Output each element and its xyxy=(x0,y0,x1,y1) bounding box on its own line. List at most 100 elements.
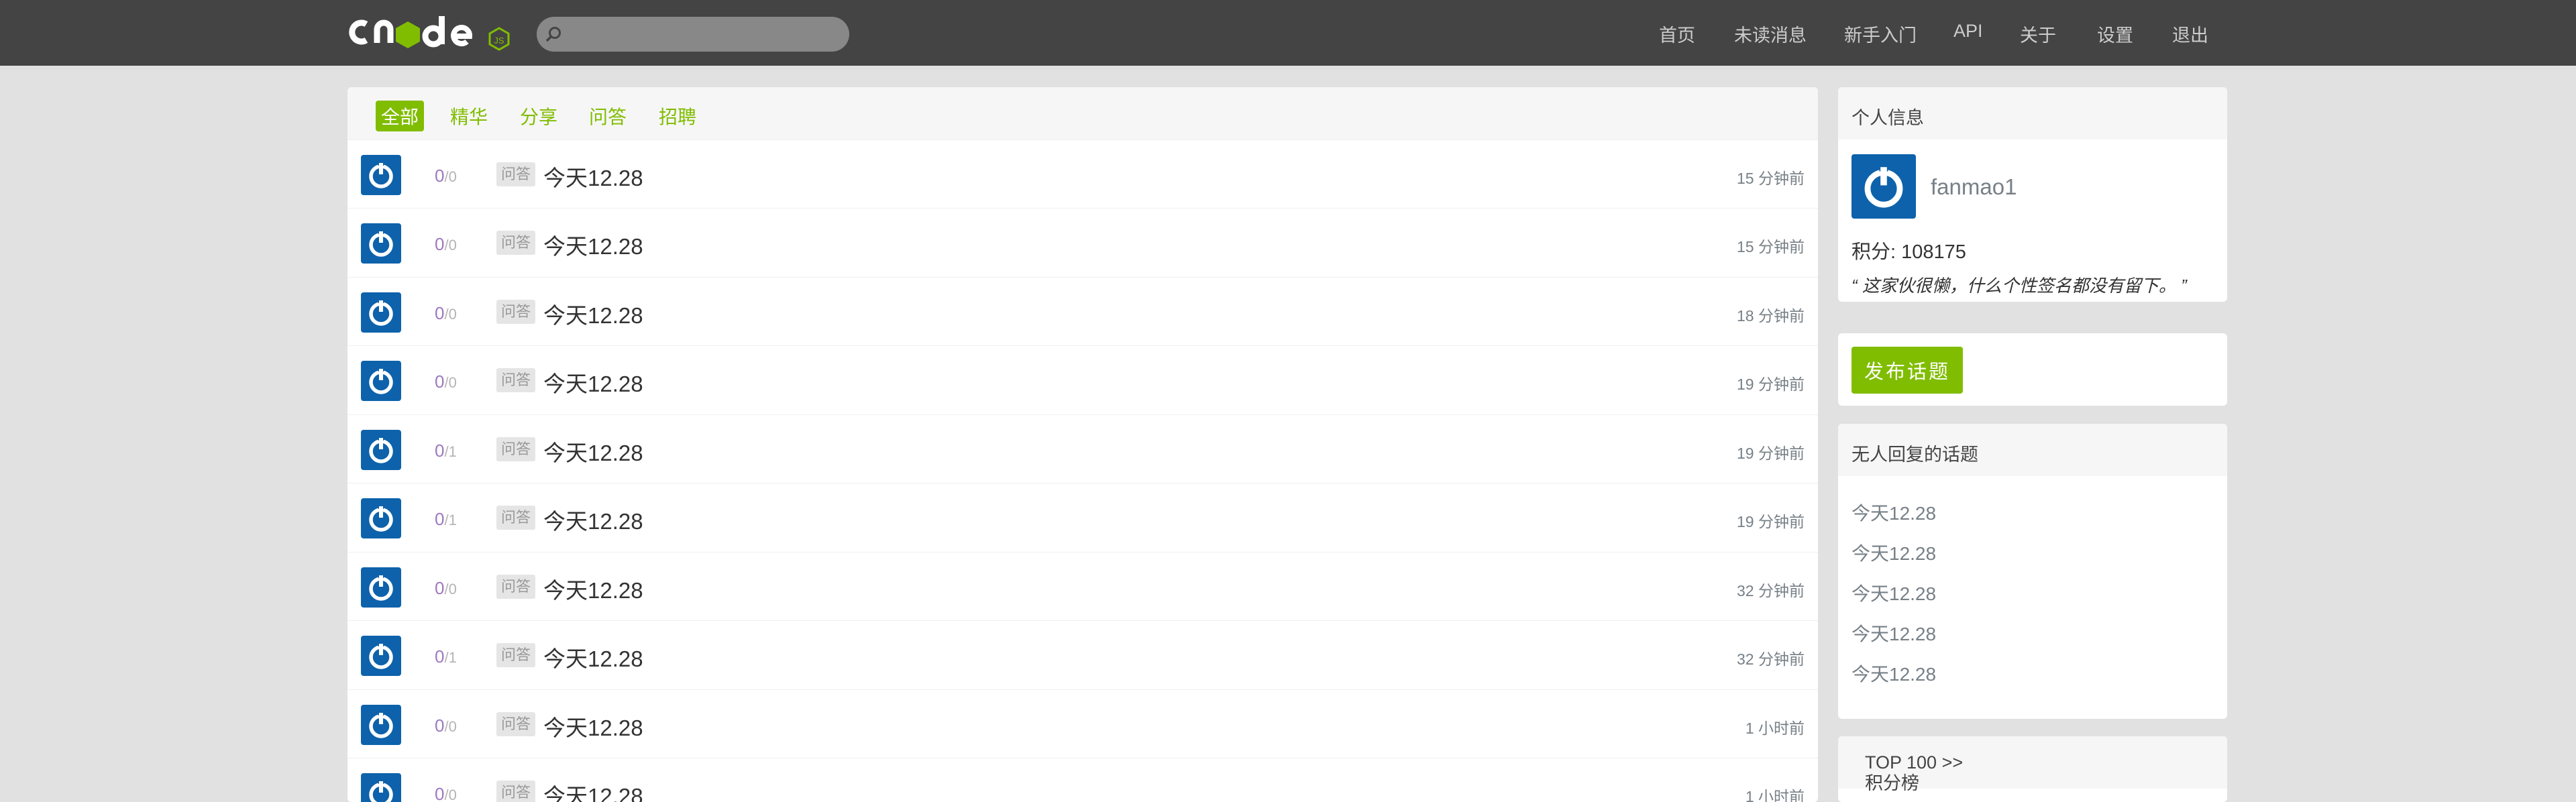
topic-row: 0/0 问答 今天12.28 1 小时前 xyxy=(347,758,1818,802)
nav-about[interactable]: 关于 xyxy=(2020,21,2056,47)
reply-visit-count: 0/1 xyxy=(435,509,457,529)
no-reply-panel: 无人回复的话题 今天12.28 今天12.28 今天12.28 今天12.28 … xyxy=(1838,424,2227,719)
reply-visit-count: 0/0 xyxy=(435,784,457,802)
nav-unread-messages[interactable]: 未读消息 xyxy=(1734,21,1807,47)
author-avatar[interactable] xyxy=(361,292,401,333)
topic-title[interactable]: 今天12.28 xyxy=(543,641,643,673)
nav-getting-started[interactable]: 新手入门 xyxy=(1844,21,1917,47)
no-reply-panel-header: 无人回复的话题 xyxy=(1838,424,2227,476)
no-reply-topic-link[interactable]: 今天12.28 xyxy=(1851,620,1936,646)
no-reply-topic-link[interactable]: 今天12.28 xyxy=(1851,499,1936,526)
user-score: 积分: 108175 xyxy=(1851,241,1966,263)
reply-visit-count: 0/0 xyxy=(435,371,457,392)
topic-title[interactable]: 今天12.28 xyxy=(543,573,643,605)
topic-row: 0/0 问答 今天12.28 15 分钟前 xyxy=(347,139,1818,208)
author-avatar[interactable] xyxy=(361,361,401,401)
author-avatar[interactable] xyxy=(361,636,401,676)
visit-count: 0 xyxy=(448,306,457,323)
topic-title[interactable]: 今天12.28 xyxy=(543,366,643,398)
reply-count: 0 xyxy=(435,303,445,323)
topic-title[interactable]: 今天12.28 xyxy=(543,435,643,467)
no-reply-topic-link[interactable]: 今天12.28 xyxy=(1851,660,1936,687)
topic-tab-badge: 问答 xyxy=(496,162,536,186)
last-reply-time[interactable]: 15 分钟前 xyxy=(1737,166,1805,188)
nav-home[interactable]: 首页 xyxy=(1659,21,1695,47)
last-reply-time[interactable]: 1 小时前 xyxy=(1746,784,1805,802)
topic-title[interactable]: 今天12.28 xyxy=(543,160,643,192)
last-reply-time[interactable]: 18 分钟前 xyxy=(1737,303,1805,326)
author-avatar[interactable] xyxy=(361,223,401,264)
last-reply-time[interactable]: 32 分钟前 xyxy=(1737,646,1805,669)
author-avatar[interactable] xyxy=(361,498,401,538)
reply-count: 0 xyxy=(435,166,445,186)
topic-tab-badge: 问答 xyxy=(496,368,536,392)
topic-row: 0/0 问答 今天12.28 32 分钟前 xyxy=(347,552,1818,620)
reply-visit-count: 0/0 xyxy=(435,578,457,598)
reply-visit-count: 0/0 xyxy=(435,303,457,323)
nav-settings[interactable]: 设置 xyxy=(2097,21,2133,47)
last-reply-time[interactable]: 15 分钟前 xyxy=(1737,234,1805,257)
visit-count: 1 xyxy=(448,443,457,460)
topic-row: 0/1 问答 今天12.28 19 分钟前 xyxy=(347,483,1818,551)
create-topic-button[interactable]: 发布话题 xyxy=(1851,347,1963,394)
topic-tab-badge: 问答 xyxy=(496,781,536,802)
last-reply-time[interactable]: 1 小时前 xyxy=(1746,715,1805,738)
reply-count: 0 xyxy=(435,441,445,461)
rank-panel-title: 积分榜 xyxy=(1865,773,1919,793)
reply-count: 0 xyxy=(435,509,445,529)
author-avatar[interactable] xyxy=(361,430,401,470)
reply-count: 0 xyxy=(435,784,445,802)
tab-good[interactable]: 精华 xyxy=(445,101,493,131)
topic-tab-badge: 问答 xyxy=(496,300,536,324)
topic-title[interactable]: 今天12.28 xyxy=(543,298,643,330)
topic-title[interactable]: 今天12.28 xyxy=(543,229,643,261)
user-name[interactable]: fanmao1 xyxy=(1931,174,2017,200)
top-navbar: JS 首页 未读消息 新手入门 API 关于 设置 退出 xyxy=(0,0,2576,66)
reply-count: 0 xyxy=(435,715,445,736)
topic-row: 0/1 问答 今天12.28 32 分钟前 xyxy=(347,620,1818,689)
last-reply-time[interactable]: 19 分钟前 xyxy=(1737,371,1805,394)
topic-tab-badge: 问答 xyxy=(496,437,536,461)
no-reply-topic-link[interactable]: 今天12.28 xyxy=(1851,539,1936,566)
visit-count: 0 xyxy=(448,237,457,253)
profile-panel-title: 个人信息 xyxy=(1851,108,1924,128)
topic-title[interactable]: 今天12.28 xyxy=(543,710,643,742)
reply-count: 0 xyxy=(435,646,445,667)
tab-job[interactable]: 招聘 xyxy=(653,101,702,131)
reply-count: 0 xyxy=(435,578,445,598)
logo-js-text: JS xyxy=(494,36,504,46)
visit-count: 1 xyxy=(448,649,457,666)
tab-share[interactable]: 分享 xyxy=(515,101,563,131)
topic-row: 0/1 问答 今天12.28 19 分钟前 xyxy=(347,414,1818,483)
rank-panel-header: 积分榜 TOP 100 >> xyxy=(1838,736,2227,793)
cnode-logo[interactable]: JS xyxy=(347,12,512,52)
nav-api[interactable]: API xyxy=(1953,21,1983,42)
tab-ask[interactable]: 问答 xyxy=(584,101,632,131)
user-signature: “ 这家伙很懒，什么个性签名都没有留下。 ” xyxy=(1851,276,2187,296)
topic-title[interactable]: 今天12.28 xyxy=(543,779,643,802)
author-avatar[interactable] xyxy=(361,155,401,195)
topic-row: 0/0 问答 今天12.28 15 分钟前 xyxy=(347,208,1818,276)
search-box[interactable] xyxy=(537,17,849,53)
user-avatar[interactable] xyxy=(1851,154,1916,219)
topic-tab-badge: 问答 xyxy=(496,643,536,667)
tab-all[interactable]: 全部 xyxy=(376,101,425,131)
topic-tab-badge: 问答 xyxy=(496,506,536,530)
topic-title[interactable]: 今天12.28 xyxy=(543,504,643,536)
topic-tab-badge: 问答 xyxy=(496,231,536,255)
visit-count: 0 xyxy=(448,581,457,597)
reply-count: 0 xyxy=(435,371,445,392)
last-reply-time[interactable]: 19 分钟前 xyxy=(1737,441,1805,463)
reply-count: 0 xyxy=(435,234,445,254)
last-reply-time[interactable]: 19 分钟前 xyxy=(1737,509,1805,532)
search-input[interactable] xyxy=(569,17,840,53)
last-reply-time[interactable]: 32 分钟前 xyxy=(1737,578,1805,601)
author-avatar[interactable] xyxy=(361,705,401,745)
author-avatar[interactable] xyxy=(361,773,401,802)
nav-logout[interactable]: 退出 xyxy=(2172,21,2208,47)
author-avatar[interactable] xyxy=(361,567,401,608)
reply-visit-count: 0/0 xyxy=(435,166,457,186)
no-reply-topic-link[interactable]: 今天12.28 xyxy=(1851,579,1936,606)
profile-panel-header: 个人信息 xyxy=(1838,87,2227,139)
reply-visit-count: 0/1 xyxy=(435,646,457,667)
